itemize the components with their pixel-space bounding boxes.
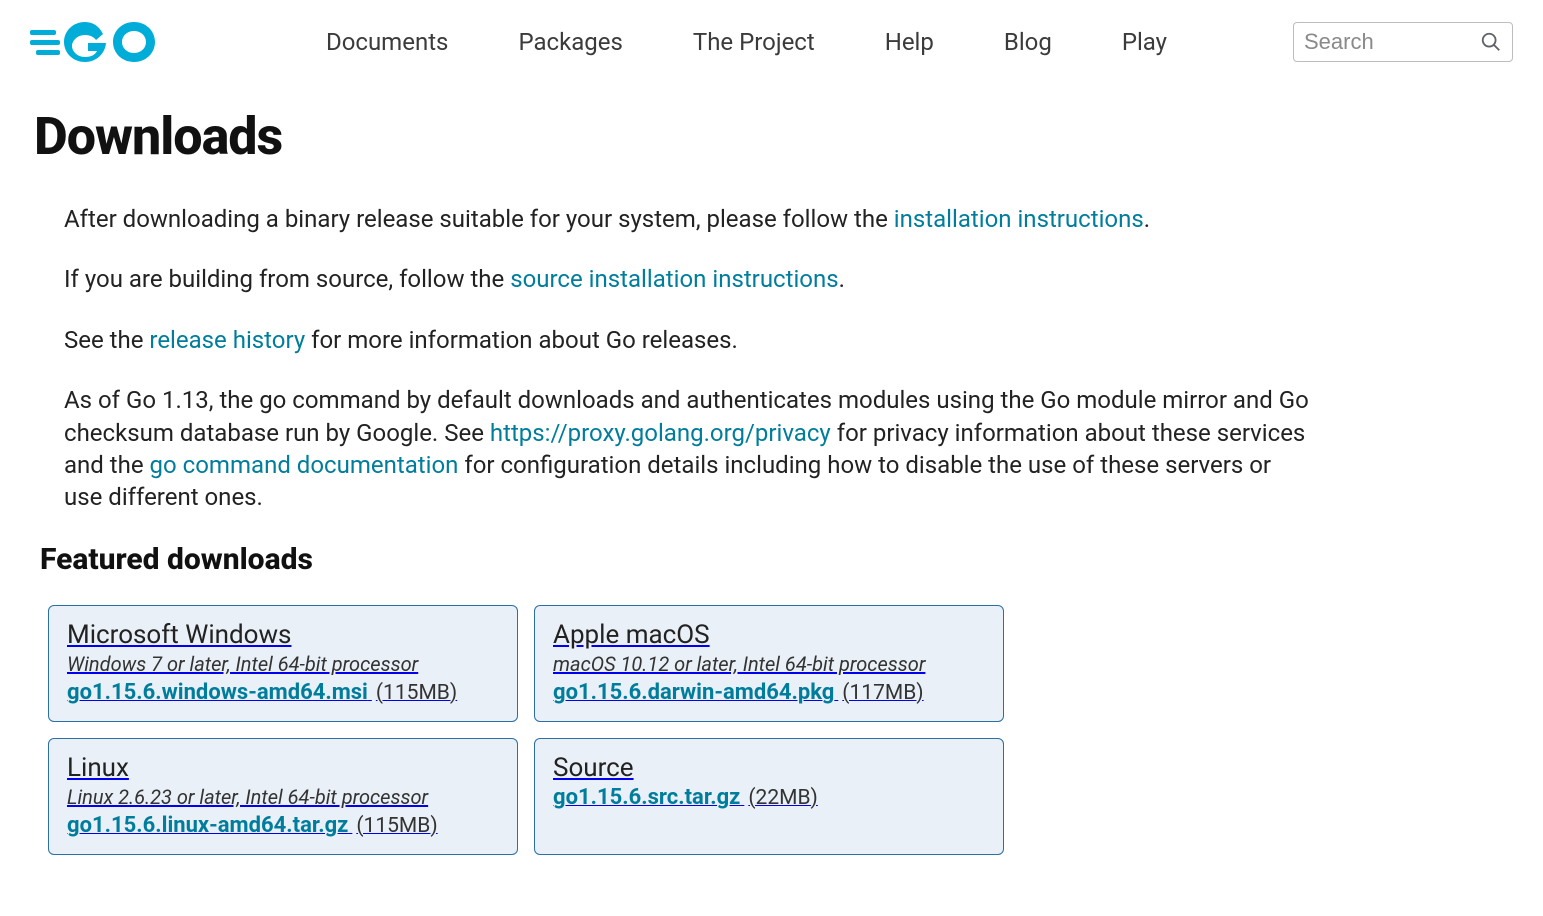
card-file: go1.15.6.darwin-amd64.pkg [553, 680, 834, 705]
card-requirements: macOS 10.12 or later, Intel 64-bit proce… [553, 652, 985, 676]
nav-blog[interactable]: Blog [1004, 28, 1052, 56]
card-file: go1.15.6.linux-amd64.tar.gz [67, 813, 348, 838]
card-size: (117MB) [842, 681, 923, 705]
card-title: Microsoft Windows [67, 620, 499, 650]
card-requirements: Windows 7 or later, Intel 64-bit process… [67, 652, 499, 676]
card-file: go1.15.6.src.tar.gz [553, 785, 740, 810]
link-source-installation-instructions[interactable]: source installation instructions [510, 265, 838, 293]
intro-p2a: If you are building from source, follow … [64, 265, 510, 293]
card-size: (22MB) [748, 786, 818, 810]
nav-play[interactable]: Play [1122, 28, 1167, 56]
intro-p3b: for more information about Go releases. [305, 326, 738, 354]
card-size: (115MB) [356, 814, 437, 838]
search-box[interactable] [1293, 22, 1513, 62]
link-proxy-privacy[interactable]: https://proxy.golang.org/privacy [490, 419, 831, 447]
card-requirements: Linux 2.6.23 or later, Intel 64-bit proc… [67, 785, 499, 809]
intro-p2b: . [839, 265, 845, 293]
download-card-windows[interactable]: Microsoft Windows Windows 7 or later, In… [48, 605, 518, 722]
card-size: (115MB) [376, 681, 457, 705]
search-icon [1480, 31, 1502, 53]
download-card-linux[interactable]: Linux Linux 2.6.23 or later, Intel 64-bi… [48, 738, 518, 855]
intro-p3a: See the [64, 326, 149, 354]
card-file: go1.15.6.windows-amd64.msi [67, 680, 368, 705]
card-title: Linux [67, 753, 499, 783]
intro-p1b: . [1144, 205, 1150, 233]
download-cards: Microsoft Windows Windows 7 or later, In… [34, 605, 1466, 855]
nav-help[interactable]: Help [885, 28, 934, 56]
nav-the-project[interactable]: The Project [693, 28, 815, 56]
primary-nav: Documents Packages The Project Help Blog… [240, 28, 1253, 56]
card-title: Source [553, 753, 985, 783]
go-logo[interactable] [30, 18, 160, 66]
card-title: Apple macOS [553, 620, 985, 650]
nav-packages[interactable]: Packages [518, 28, 622, 56]
intro-p1a: After downloading a binary release suita… [64, 205, 894, 233]
search-input[interactable] [1304, 29, 1464, 55]
nav-documents[interactable]: Documents [326, 28, 449, 56]
page-title: Downloads [34, 106, 1466, 167]
download-card-source[interactable]: Source go1.15.6.src.tar.gz (22MB) [534, 738, 1004, 855]
featured-downloads-heading: Featured downloads [40, 542, 1466, 577]
link-installation-instructions[interactable]: installation instructions [894, 205, 1144, 233]
download-card-macos[interactable]: Apple macOS macOS 10.12 or later, Intel … [534, 605, 1004, 722]
link-release-history[interactable]: release history [149, 326, 305, 354]
site-header: Documents Packages The Project Help Blog… [0, 0, 1543, 66]
link-go-command-documentation[interactable]: go command documentation [150, 451, 459, 479]
intro-text: After downloading a binary release suita… [34, 203, 1314, 514]
